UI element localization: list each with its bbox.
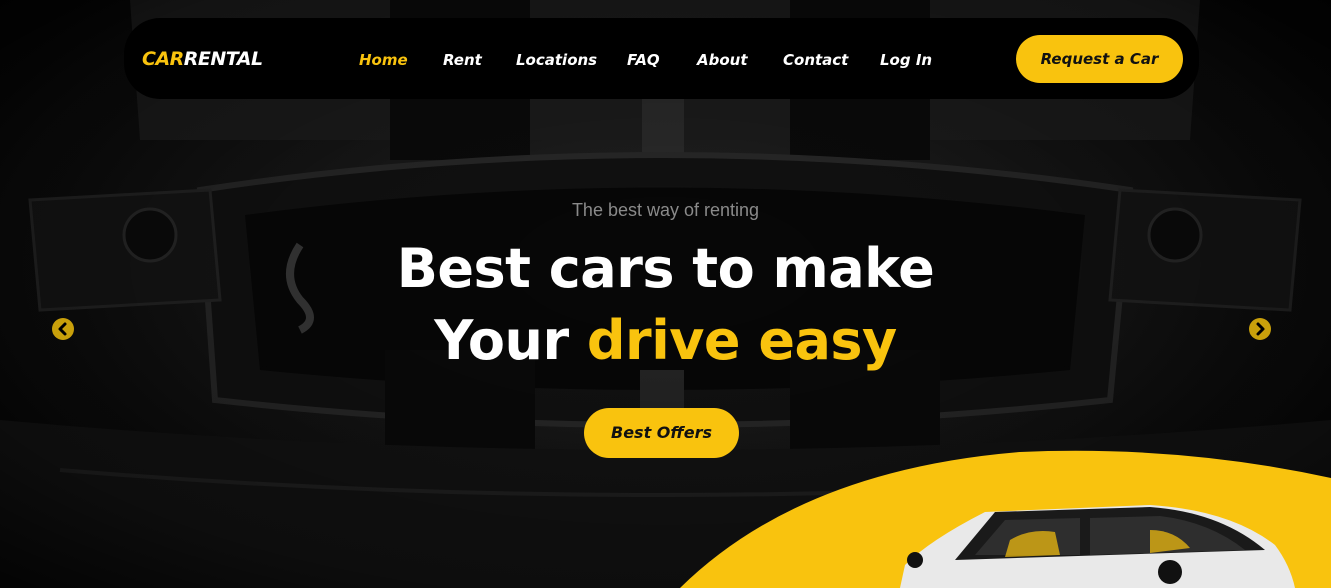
- chevron-left-icon: [58, 322, 67, 336]
- nav-link-rent[interactable]: Rent: [443, 50, 482, 70]
- slider-prev-button[interactable]: [52, 318, 74, 340]
- hero-headline: Best cars to make Your drive easy: [0, 233, 1331, 377]
- best-offers-button[interactable]: Best Offers: [584, 408, 739, 458]
- headline-line-2-highlight: drive easy: [586, 309, 897, 372]
- hero-section: CARRENTAL Home Rent Locations FAQ About …: [0, 0, 1331, 588]
- nav-link-login[interactable]: Log In: [880, 50, 932, 70]
- hero-subtitle: The best way of renting: [571, 200, 760, 220]
- nav-link-about[interactable]: About: [697, 50, 748, 70]
- request-car-button[interactable]: Request a Car: [1016, 35, 1183, 83]
- top-navbar: CARRENTAL Home Rent Locations FAQ About …: [124, 18, 1199, 99]
- nav-link-locations[interactable]: Locations: [516, 50, 597, 70]
- nav-link-faq[interactable]: FAQ: [627, 50, 660, 70]
- nav-link-contact[interactable]: Contact: [783, 50, 848, 70]
- headline-line-2-prefix: Your: [434, 309, 569, 372]
- nav-link-home[interactable]: Home: [359, 50, 408, 70]
- chevron-right-icon: [1256, 322, 1265, 336]
- headline-line-1: Best cars to make: [396, 237, 935, 300]
- slider-next-button[interactable]: [1249, 318, 1271, 340]
